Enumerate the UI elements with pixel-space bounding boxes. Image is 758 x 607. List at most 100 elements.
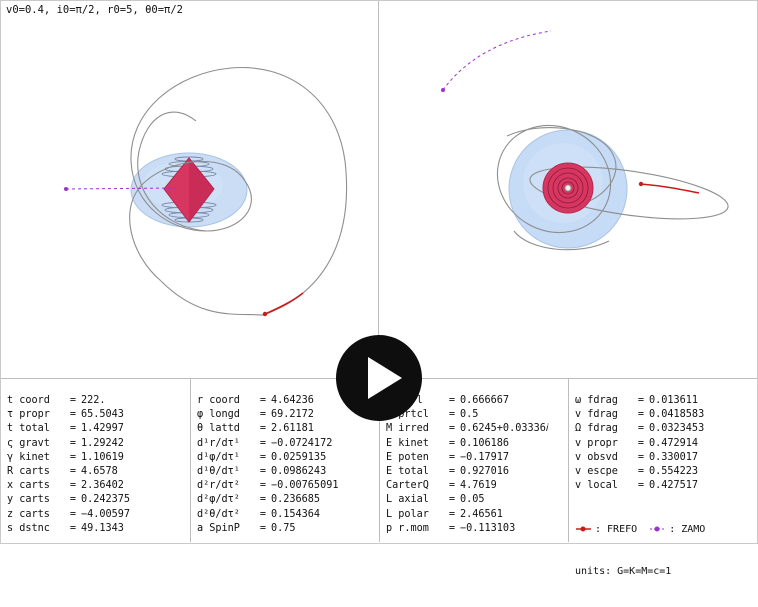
stat-row: d²φ/dτ² = 0.236685 <box>197 493 379 507</box>
stat-row: z carts = −4.00597 <box>7 508 190 522</box>
stat-value: 69.2172 <box>271 409 314 421</box>
stat-label: L polar <box>386 508 429 520</box>
stat-row: y carts = 0.242375 <box>7 493 190 507</box>
stat-label: L axial <box>386 494 429 506</box>
stat-label: t coord <box>7 395 50 406</box>
stat-label: R carts <box>7 465 50 477</box>
stat-row: θ lattd = 2.61181 <box>197 422 379 436</box>
stat-row: v local = 0.427517 <box>575 479 757 493</box>
stat-label: a SpinP <box>197 522 240 534</box>
stat-label: φ longd <box>197 409 240 421</box>
stat-label: r coord <box>197 395 240 406</box>
particle-marker <box>638 181 644 187</box>
stat-row: d²θ/dτ² = 0.154364 <box>197 508 379 522</box>
units-label: units: G=K=M=c=1 <box>575 566 672 578</box>
stat-value: 222. <box>81 395 106 406</box>
stat-label: y carts <box>7 494 50 506</box>
top-view-plot <box>441 30 729 251</box>
stat-row: v escpe = 0.554223 <box>575 465 757 479</box>
stat-row: L polar = 2.46561 <box>386 508 568 522</box>
stat-row: d¹θ/dτ¹ = 0.0986243 <box>197 465 379 479</box>
stat-row: v fdrag = 0.0418583 <box>575 408 757 422</box>
stat-label: E total <box>386 465 429 477</box>
stat-row: M irred = 0.6245+0.03336𝑖 <box>386 422 568 436</box>
stat-label: p r.mom <box>386 522 429 534</box>
stat-value: −0.0724172 <box>271 437 333 449</box>
stat-value: 0.5 <box>460 409 479 421</box>
stat-label: γ kinet <box>7 451 50 463</box>
stat-label: s dstnc <box>7 522 50 534</box>
stat-label: Ω fdrag <box>575 423 618 435</box>
stat-row: R carts = 4.6578 <box>7 465 190 479</box>
stat-row: t coord = 222. <box>7 394 190 408</box>
stat-value: 0.154364 <box>271 508 321 520</box>
side-view-plot <box>64 66 348 317</box>
stat-value: 0.427517 <box>649 480 699 492</box>
stat-label: d²r/dτ² <box>197 480 240 492</box>
stat-value: 2.46561 <box>460 508 503 520</box>
stat-row: d¹φ/dτ¹ = 0.0259135 <box>197 451 379 465</box>
stat-label: E kinet <box>386 437 429 449</box>
stat-label: M irred <box>386 423 429 435</box>
stat-row: a SpinP = 0.75 <box>197 522 379 536</box>
stat-label: d¹r/dτ¹ <box>197 437 240 449</box>
stat-value: 0.05 <box>460 494 485 506</box>
stat-value: −4.00597 <box>81 508 131 520</box>
stat-label: z carts <box>7 508 50 520</box>
side-view-panel[interactable]: v0=0.4, i0=π/2, r0=5, θ0=π/2 <box>1 1 379 378</box>
legend: : FREFO : ZAMO units: G=K=M=c=1 <box>575 495 757 607</box>
stat-row: ṫ total = 1.42997 <box>7 422 190 436</box>
stat-value: 0.236685 <box>271 494 321 506</box>
stat-row: v propr = 0.472914 <box>575 437 757 451</box>
stat-value: 1.42997 <box>81 423 124 435</box>
stat-row: γ kinet = 1.10619 <box>7 451 190 465</box>
stat-row: s dstnc = 49.1343 <box>7 522 190 536</box>
stat-row: CarterQ = 4.7619 <box>386 479 568 493</box>
stat-value: 0.666667 <box>460 395 510 406</box>
stat-value: 0.330017 <box>649 451 699 463</box>
stat-label: d¹θ/dτ¹ <box>197 465 240 477</box>
stat-value: 65.5043 <box>81 409 124 421</box>
stat-row: x carts = 2.36402 <box>7 479 190 493</box>
stat-value: 4.6578 <box>81 465 118 477</box>
particle-marker <box>262 311 268 317</box>
stat-label: d¹φ/dτ¹ <box>197 451 240 463</box>
stat-value: 0.554223 <box>649 465 699 477</box>
zamo-marker <box>441 88 445 92</box>
stat-label: ṫ total <box>7 423 50 435</box>
stat-row: E poten = −0.17917 <box>386 451 568 465</box>
stat-row: τ propr = 65.5043 <box>7 408 190 422</box>
zamo-swatch <box>650 526 666 532</box>
legend-row: : FREFO : ZAMO <box>575 523 757 537</box>
stat-value: 0.0418583 <box>649 409 705 421</box>
stat-label: τ propr <box>7 409 50 421</box>
stat-label: d²θ/dτ² <box>197 508 240 520</box>
stats-column-4: ω fdrag = 0.013611 v fdrag = 0.0418583 Ω fdr… <box>568 379 757 577</box>
stats-column-1: t coord = 222. τ propr = 65.5043 ṫ total = 1.4… <box>1 379 190 542</box>
frefo-swatch <box>576 526 591 532</box>
stat-value: 49.1343 <box>81 522 124 534</box>
stat-value: −0.00765091 <box>271 480 339 492</box>
stat-value: 0.106186 <box>460 437 510 449</box>
stat-value: −0.17917 <box>460 451 510 463</box>
play-button[interactable] <box>336 335 422 421</box>
top-view-panel[interactable] <box>379 1 756 378</box>
stat-label: θ lattd <box>197 423 240 435</box>
zamo-trail <box>442 30 552 91</box>
stat-value: 2.61181 <box>271 423 314 435</box>
stat-value: 1.10619 <box>81 451 124 463</box>
stat-value: 0.013611 <box>649 395 699 406</box>
stat-label: v local <box>575 480 618 492</box>
stat-row: ς gravt = 1.29242 <box>7 437 190 451</box>
stat-label: ω fdrag <box>575 395 618 406</box>
stat-value: 4.7619 <box>460 480 497 492</box>
stat-row: v obsvd = 0.330017 <box>575 451 757 465</box>
stat-value: 0.472914 <box>649 437 699 449</box>
zamo-marker <box>64 187 68 191</box>
legend-zamo-label: : ZAMO <box>669 524 706 536</box>
stat-label: ς gravt <box>7 437 50 449</box>
stat-row: d²r/dτ² = −0.00765091 <box>197 479 379 493</box>
stat-value: 1.29242 <box>81 437 124 449</box>
stat-row: ω fdrag = 0.013611 <box>575 394 757 408</box>
stat-value: 2.36402 <box>81 480 124 492</box>
